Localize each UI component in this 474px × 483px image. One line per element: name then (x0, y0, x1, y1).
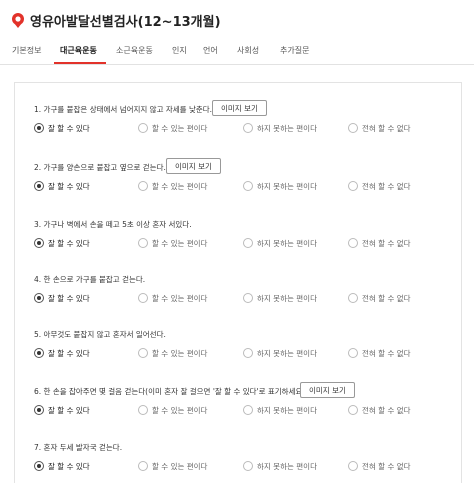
radio-selected[interactable] (34, 293, 44, 303)
location-pin-icon (12, 13, 24, 28)
radio-selected[interactable] (34, 461, 44, 471)
radio[interactable] (348, 293, 358, 303)
radio[interactable] (243, 238, 253, 248)
question-item: 3. 가구나 벽에서 손을 떼고 5초 이상 혼자 서있다. 잘 할 수 있다 … (34, 220, 411, 248)
question-item: 5. 아무것도 붙잡지 않고 혼자서 일어선다. 잘 할 수 있다 할 수 있는… (34, 330, 411, 358)
radio[interactable] (348, 405, 358, 415)
radio-selected[interactable] (34, 123, 44, 133)
question-text: 7. 혼자 두세 발자국 걷는다. (34, 443, 123, 452)
question-item: 2. 가구를 양손으로 붙잡고 옆으로 걷는다. 이미지 보기 잘 할 수 있다… (34, 158, 454, 198)
radio[interactable] (138, 123, 148, 133)
view-image-button[interactable]: 이미지 보기 (300, 382, 355, 398)
question-text: 6. 한 손을 잡아주면 몇 걸음 걷는다(이미 혼자 잘 걸으면 '잘 할 수… (34, 387, 308, 396)
radio[interactable] (348, 181, 358, 191)
radio[interactable] (138, 293, 148, 303)
radio[interactable] (243, 123, 253, 133)
radio[interactable] (138, 461, 148, 471)
page-title: 영유아발달선별검사(12~13개월) (30, 15, 221, 30)
question-text: 3. 가구나 벽에서 손을 떼고 5초 이상 혼자 서있다. (34, 220, 192, 229)
question-text: 4. 한 손으로 가구를 붙잡고 걷는다. (34, 275, 146, 284)
question-item: 4. 한 손으로 가구를 붙잡고 걷는다. 잘 할 수 있다 할 수 있는 편이… (34, 275, 411, 303)
radio[interactable] (348, 238, 358, 248)
tab-language[interactable]: 언어 (203, 45, 218, 56)
question-item: 6. 한 손을 잡아주면 몇 걸음 걷는다(이미 혼자 잘 걸으면 '잘 할 수… (34, 382, 454, 422)
question-text: 1. 가구를 붙잡은 상태에서 넘어지지 않고 자세를 낮춘다. (34, 105, 213, 114)
radio[interactable] (348, 348, 358, 358)
question-text: 2. 가구를 양손으로 붙잡고 옆으로 걷는다. (34, 163, 166, 172)
radio[interactable] (138, 405, 148, 415)
radio-selected[interactable] (34, 238, 44, 248)
question-item: 7. 혼자 두세 발자국 걷는다. 잘 할 수 있다 할 수 있는 편이다 하지… (34, 443, 411, 471)
tab-basic-info[interactable]: 기본정보 (12, 45, 41, 56)
radio[interactable] (243, 348, 253, 358)
header: 영유아발달선별검사(12~13개월) (0, 0, 474, 40)
radio[interactable] (138, 238, 148, 248)
active-tab-indicator (54, 62, 106, 64)
radio[interactable] (243, 405, 253, 415)
tab-additional-questions[interactable]: 추가질문 (280, 45, 309, 56)
tab-bar: 기본정보 대근육운동 소근육운동 인지 언어 사회성 추가질문 (0, 40, 474, 65)
radio[interactable] (243, 181, 253, 191)
radio[interactable] (138, 348, 148, 358)
radio[interactable] (348, 461, 358, 471)
radio[interactable] (243, 461, 253, 471)
radio-selected[interactable] (34, 348, 44, 358)
tab-cognition[interactable]: 인지 (172, 45, 187, 56)
question-item: 1. 가구를 붙잡은 상태에서 넘어지지 않고 자세를 낮춘다. 이미지 보기 … (34, 100, 454, 140)
view-image-button[interactable]: 이미지 보기 (212, 100, 267, 116)
question-text: 5. 아무것도 붙잡지 않고 혼자서 일어선다. (34, 330, 166, 339)
radio[interactable] (243, 293, 253, 303)
radio[interactable] (348, 123, 358, 133)
tab-social[interactable]: 사회성 (237, 45, 259, 56)
radio-selected[interactable] (34, 181, 44, 191)
tab-gross-motor[interactable]: 대근육운동 (60, 45, 97, 56)
radio[interactable] (138, 181, 148, 191)
tab-fine-motor[interactable]: 소근육운동 (116, 45, 153, 56)
view-image-button[interactable]: 이미지 보기 (166, 158, 221, 174)
radio-selected[interactable] (34, 405, 44, 415)
